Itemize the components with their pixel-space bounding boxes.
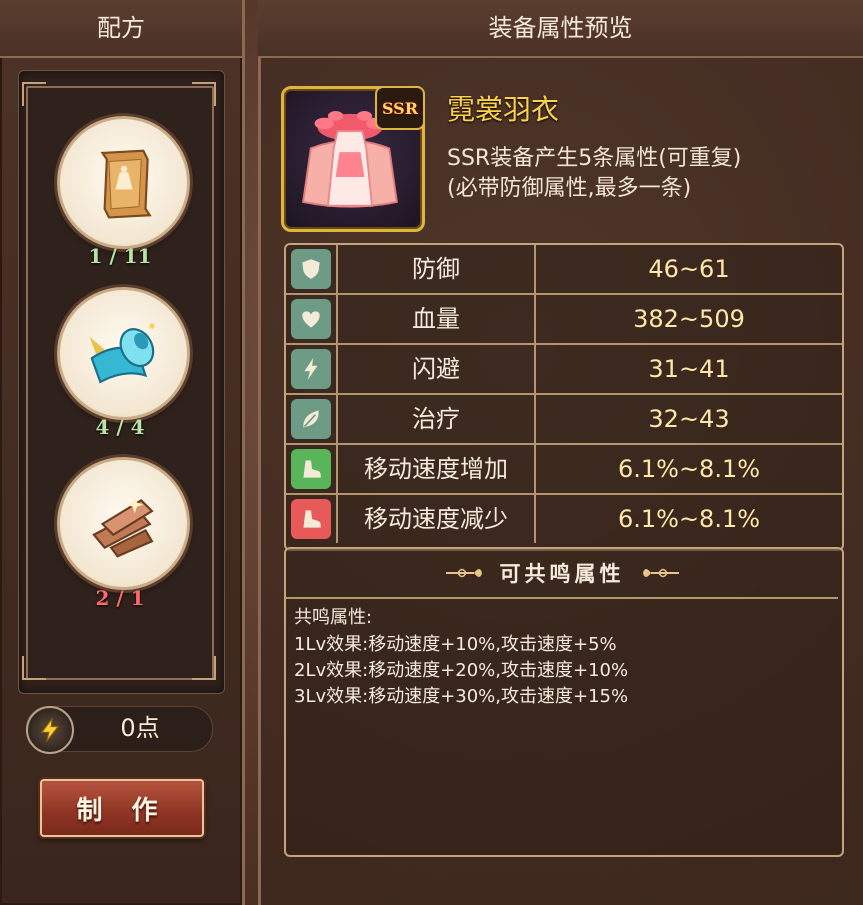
energy-lightning-icon <box>26 706 74 754</box>
resonance-line: 2Lv效果:移动速度+20%,攻击速度+10% <box>294 660 629 681</box>
stat-name: 治疗 <box>338 395 536 443</box>
stat-name: 防御 <box>338 245 536 293</box>
stat-value: 382~509 <box>633 305 745 333</box>
stat-row-hp: 血量 382~509 <box>286 295 842 345</box>
stat-value: 32~43 <box>648 405 730 433</box>
stat-value: 6.1%~8.1% <box>617 505 761 533</box>
stat-name: 闪避 <box>338 345 536 393</box>
frame-corner-ornament <box>192 656 216 680</box>
resonance-header: 可共鸣属性 <box>286 549 838 599</box>
material-count-scroll: 1 / 11 <box>88 244 152 268</box>
item-description-note: (必带防御属性,最多一条) <box>447 176 692 201</box>
leaf-icon <box>291 399 331 439</box>
ornament-left-icon <box>445 568 482 578</box>
item-description: SSR装备产生5条属性(可重复) <box>447 146 742 171</box>
lightning-icon <box>291 349 331 389</box>
stat-row-move-speed-up: 移动速度增加 6.1%~8.1% <box>286 445 842 495</box>
resonance-line: 共鸣属性: <box>294 607 373 628</box>
preview-panel-title: 装备属性预览 <box>258 0 863 58</box>
material-count-wood: 2 / 1 <box>95 586 145 610</box>
material-count-cloth: 4 / 4 <box>95 415 145 439</box>
stat-name: 血量 <box>338 295 536 343</box>
heart-icon <box>291 299 331 339</box>
resonance-line: 3Lv效果:移动速度+30%,攻击速度+15% <box>294 686 629 707</box>
resonance-line: 1Lv效果:移动速度+10%,攻击速度+5% <box>294 634 617 655</box>
stat-row-move-speed-down: 移动速度减少 6.1%~8.1% <box>286 495 842 543</box>
stat-table: 防御 46~61 血量 382~509 闪避 31~41 治疗 32~43 移动… <box>284 243 844 551</box>
stat-row-dodge: 闪避 31~41 <box>286 345 842 395</box>
recipe-panel-title: 配方 <box>0 0 242 58</box>
frame-corner-ornament <box>22 656 46 680</box>
frame-corner-ornament <box>192 82 216 106</box>
boot-up-icon <box>291 449 331 489</box>
material-slot-wood[interactable] <box>57 457 190 590</box>
material-slot-scroll[interactable] <box>57 116 190 249</box>
stat-value: 6.1%~8.1% <box>617 455 761 483</box>
frame-corner-ornament <box>22 82 46 106</box>
item-name: 霓裳羽衣 <box>447 93 560 126</box>
rarity-badge: SSR <box>375 86 425 130</box>
cloth-roll-icon <box>89 322 155 383</box>
scroll-icon <box>100 149 152 219</box>
shield-icon <box>291 249 331 289</box>
stat-value: 46~61 <box>648 255 730 283</box>
material-slot-cloth[interactable] <box>57 287 190 420</box>
wood-planks-icon <box>91 495 154 558</box>
points-value: 0点 <box>120 714 160 742</box>
stat-value: 31~41 <box>648 355 730 383</box>
stat-row-defense: 防御 46~61 <box>286 245 842 295</box>
stat-row-heal: 治疗 32~43 <box>286 395 842 445</box>
stat-name: 移动速度减少 <box>338 495 536 543</box>
boot-down-icon <box>291 499 331 539</box>
stat-name: 移动速度增加 <box>338 445 536 493</box>
resonance-title: 可共鸣属性 <box>499 562 625 586</box>
craft-button[interactable]: 制 作 <box>40 779 204 837</box>
ornament-right-icon <box>642 568 679 578</box>
